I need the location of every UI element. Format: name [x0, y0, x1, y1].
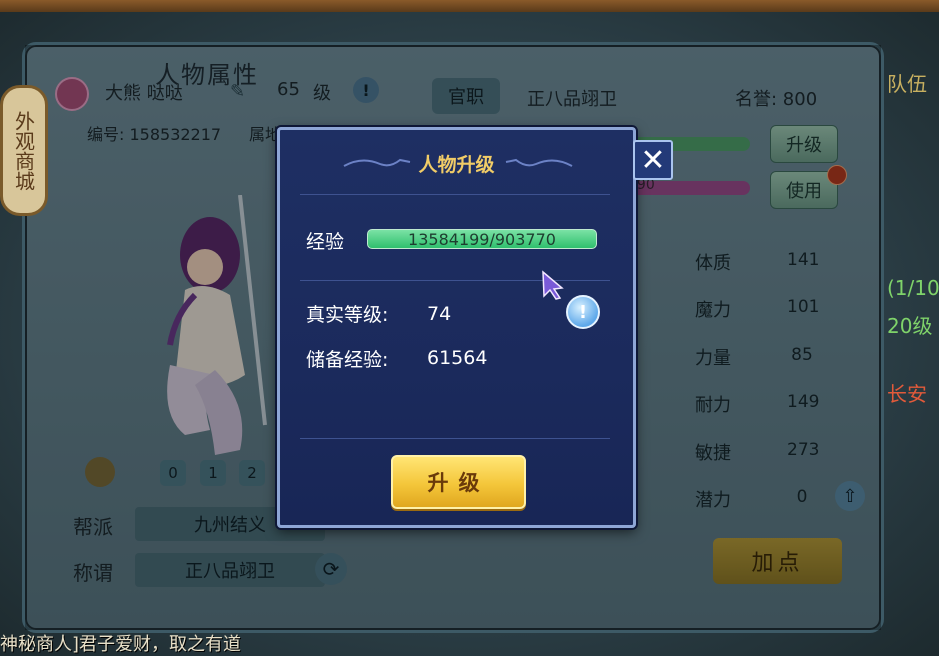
- level-requirement: 20级: [887, 314, 933, 338]
- appearance-shop-tab[interactable]: 外观商城: [0, 85, 48, 216]
- title-ornament-right-icon: [505, 158, 573, 167]
- quest-progress: (1/10: [887, 276, 939, 300]
- exp-label: 经验: [306, 231, 345, 253]
- dialog-title: 人物升级: [418, 154, 495, 176]
- upgrade-button[interactable]: 升级: [391, 455, 526, 509]
- info-icon[interactable]: !: [566, 295, 600, 329]
- cursor-pointer-icon: [542, 270, 564, 300]
- real-level-label: 真实等级:: [306, 304, 389, 326]
- exp-bar: 13584199/903770: [367, 229, 597, 249]
- real-level-value: 74: [427, 303, 452, 325]
- top-menu-strip: [0, 0, 939, 12]
- right-edge-hud: 队伍 (1/10 20级 长安: [877, 60, 939, 630]
- reserve-exp-label: 储备经验:: [306, 349, 389, 371]
- team-label[interactable]: 队伍: [887, 68, 927, 97]
- reserve-exp-value: 61564: [427, 347, 488, 369]
- chat-line: 神秘商人]君子爱财，取之有道: [0, 634, 242, 655]
- level-up-dialog: 人物升级 经验 13584199/903770 真实等级: 74 ! 储备经验:…: [277, 127, 636, 528]
- close-icon[interactable]: ✕: [633, 140, 673, 180]
- divider-top: [300, 194, 610, 195]
- location-label: 长安: [887, 382, 927, 406]
- divider-bottom: [300, 438, 610, 439]
